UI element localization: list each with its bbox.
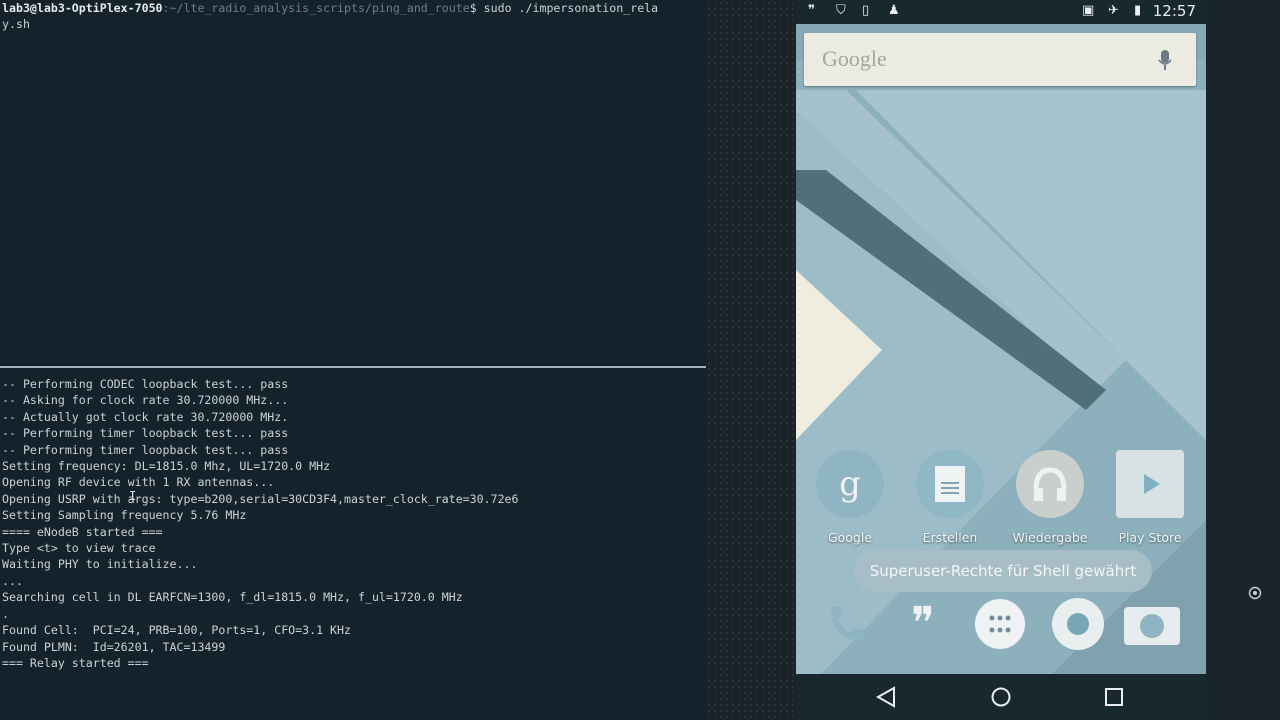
output-line: Searching cell in DL EARFCN=1300, f_dl=1…: [2, 590, 463, 605]
output-line: -- Performing timer loopback test... pas…: [2, 426, 289, 441]
output-line: ...: [2, 573, 23, 588]
google-g-icon: g: [816, 450, 884, 518]
output-line: Waiting PHY to initialize...: [2, 557, 198, 572]
app-wiedergabe[interactable]: Wiedergabe: [1000, 450, 1100, 545]
app-label: Erstellen: [922, 530, 978, 545]
battery-icon: ▮: [1134, 3, 1142, 18]
pane-divider[interactable]: [0, 366, 706, 368]
device-notification-icon: ▯: [862, 3, 870, 18]
app-label: Google: [827, 530, 873, 545]
mic-icon[interactable]: [1158, 50, 1172, 72]
headphones-icon: [1016, 450, 1084, 518]
docs-icon: [916, 450, 984, 518]
android-screen[interactable]: ❞ ⛉ ▯ ♟ ▣ ✈ ▮ 12:57 Google g Google Erst…: [796, 0, 1206, 720]
output-line: Found Cell: PCI=24, PRB=100, Ports=1, CF…: [2, 623, 352, 638]
output-line: .: [2, 606, 9, 621]
output-line: === Relay started ===: [2, 655, 149, 670]
status-bar: ❞ ⛉ ▯ ♟ ▣ ✈ ▮ 12:57: [796, 0, 1206, 24]
touch-indicator-icon: [1248, 586, 1262, 600]
camera-icon[interactable]: [1123, 595, 1181, 653]
terminal-window[interactable]: lab3@lab3-OptiPlex-7050:~/lte_radio_anal…: [0, 0, 706, 720]
output-line: -- Performing timer loopback test... pas…: [2, 442, 289, 457]
prompt-line: lab3@lab3-OptiPlex-7050:~/lte_radio_anal…: [0, 0, 706, 16]
app-google[interactable]: g Google: [800, 450, 900, 545]
status-time: 12:57: [1152, 2, 1196, 20]
app-play-store[interactable]: Play Store: [1100, 450, 1200, 545]
terminal-output: -- Performing CODEC loopback test... pas…: [0, 370, 706, 671]
terminal-top-pane[interactable]: lab3@lab3-OptiPlex-7050:~/lte_radio_anal…: [0, 0, 706, 366]
airplane-mode-icon: ✈: [1108, 3, 1119, 18]
output-line: Opening USRP with args: type=b200,serial…: [2, 491, 519, 506]
output-line: Type <t> to view trace: [2, 541, 156, 556]
output-line: Opening RF device with 1 RX antennas...: [2, 475, 275, 490]
android-notification-icon: ♟: [888, 3, 900, 18]
app-erstellen[interactable]: Erstellen: [900, 450, 1000, 545]
play-store-icon: [1116, 450, 1184, 518]
prompt-command-wrap: y.sh: [2, 17, 30, 32]
output-line: Setting Sampling frequency 5.76 MHz: [2, 508, 247, 523]
google-logo: Google: [822, 46, 887, 71]
superuser-notification-icon: ⛉: [836, 3, 846, 18]
background-strip: [706, 0, 796, 720]
prompt-path: :~/lte_radio_analysis_scripts/ping_and_r…: [162, 1, 470, 15]
chrome-icon[interactable]: [1049, 595, 1107, 653]
app-label: Play Store: [1118, 530, 1182, 545]
superuser-toast: Superuser-Rechte für Shell gewährt: [854, 550, 1152, 592]
output-line: ==== eNodeB started ===: [2, 524, 163, 539]
background-strip-right: [1206, 0, 1280, 720]
terminal-bottom-pane[interactable]: -- Performing CODEC loopback test... pas…: [0, 370, 706, 720]
prompt-command: $ sudo ./impersonation_rela: [469, 1, 659, 15]
output-line: Found PLMN: Id=26201, TAC=13499: [2, 639, 226, 654]
recents-icon[interactable]: [1101, 684, 1127, 710]
google-search-bar[interactable]: Google: [804, 33, 1196, 86]
prompt-user: lab3@lab3-OptiPlex-7050: [2, 1, 163, 15]
output-line: -- Performing CODEC loopback test... pas…: [2, 377, 289, 391]
back-icon[interactable]: [873, 684, 899, 710]
text-cursor-icon: I: [129, 489, 137, 503]
app-label: Wiedergabe: [1012, 530, 1088, 545]
output-line: Setting frequency: DL=1815.0 Mhz, UL=172…: [2, 459, 331, 474]
output-line: -- Actually got clock rate 30.720000 MHz…: [2, 409, 289, 424]
phone-icon[interactable]: [816, 595, 874, 653]
hangouts-notification-icon: ❞: [808, 3, 815, 18]
app-drawer-icon[interactable]: [971, 595, 1029, 653]
hangouts-icon[interactable]: ❞: [894, 595, 952, 653]
vibrate-icon: ▣: [1082, 3, 1095, 18]
home-icon[interactable]: [988, 684, 1014, 710]
output-line: -- Asking for clock rate 30.720000 MHz..…: [2, 393, 289, 408]
navigation-bar: [796, 674, 1206, 720]
